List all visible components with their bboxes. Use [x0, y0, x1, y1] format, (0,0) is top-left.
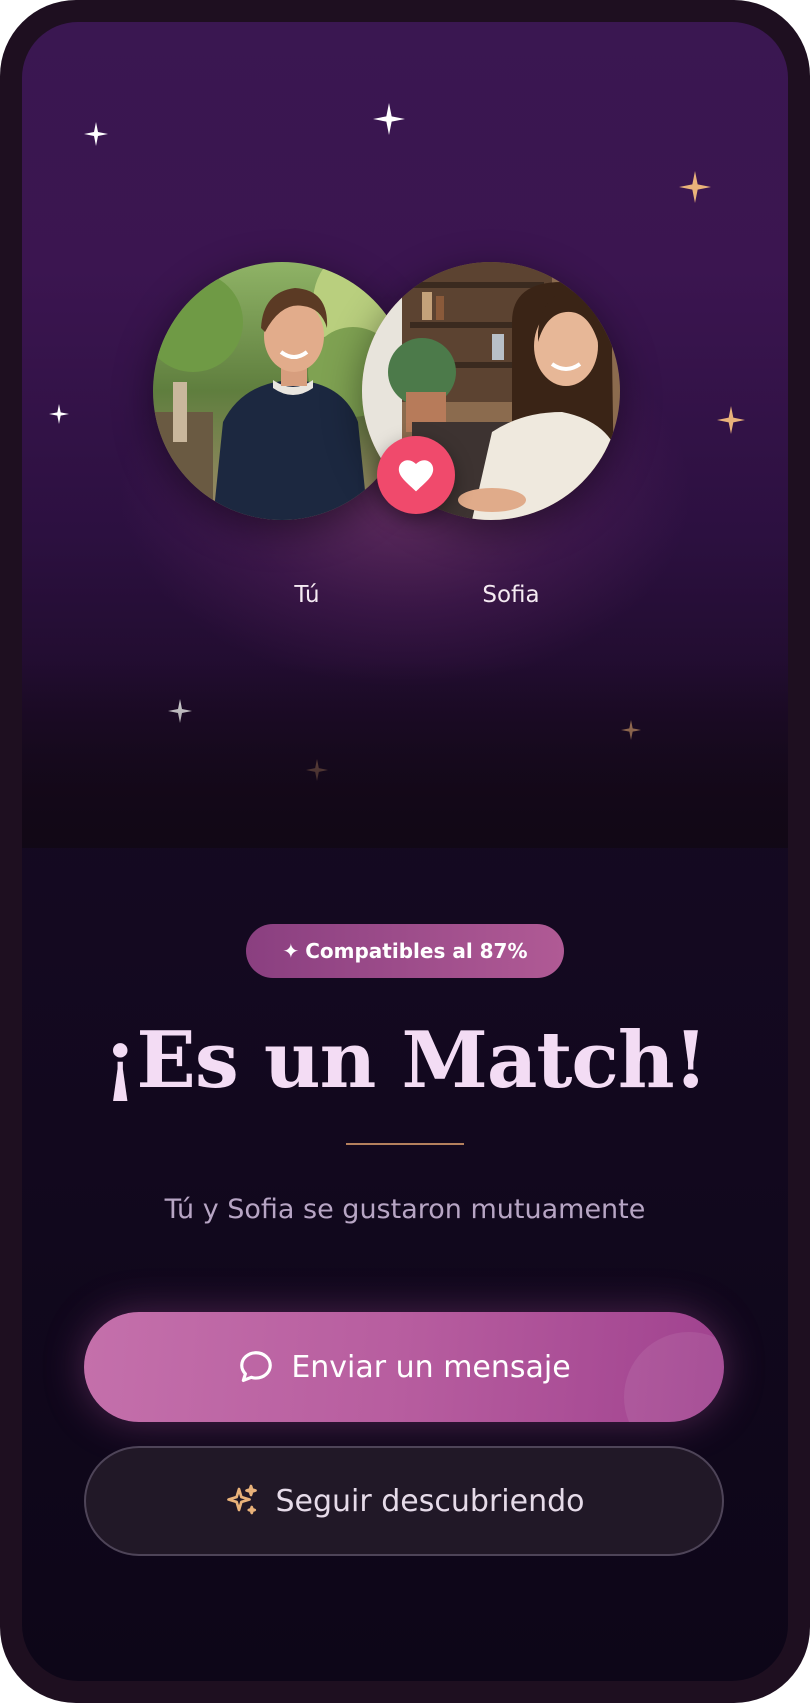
your-name-label: Tú: [294, 582, 320, 608]
send-message-button[interactable]: Enviar un mensaje: [84, 1312, 724, 1422]
match-name-label: Sofia: [482, 582, 540, 608]
heart-icon: [377, 436, 455, 514]
hero-fade: [22, 662, 788, 848]
sparkle-icon: [84, 122, 108, 146]
title-divider: [346, 1143, 464, 1145]
compatibility-badge: ✦ Compatibles al 87%: [246, 924, 564, 978]
send-message-label: Enviar un mensaje: [291, 1349, 571, 1385]
sparkle-icon: [49, 404, 69, 424]
match-title: ¡Es un Match!: [103, 1015, 708, 1106]
chat-bubble-icon: [237, 1348, 275, 1386]
match-screen: Tú Sofia ✦ Compatibles al 87% ¡Es un Mat…: [22, 22, 788, 1681]
sparkle-icon: [373, 103, 405, 135]
sparkle-icon: [717, 406, 745, 434]
phone-frame: Tú Sofia ✦ Compatibles al 87% ¡Es un Mat…: [0, 0, 810, 1703]
match-subtitle: Tú y Sofia se gustaron mutuamente: [164, 1194, 646, 1225]
compatibility-text: Compatibles al 87%: [305, 939, 528, 963]
sparkle-icon: ✦: [282, 939, 300, 963]
sparkles-icon: [224, 1483, 260, 1519]
keep-discovering-label: Seguir descubriendo: [275, 1483, 585, 1519]
button-gloss: [624, 1332, 724, 1422]
sparkle-icon: [679, 171, 711, 203]
hero-section: Tú Sofia: [22, 22, 788, 848]
keep-discovering-button[interactable]: Seguir descubriendo: [84, 1446, 724, 1556]
